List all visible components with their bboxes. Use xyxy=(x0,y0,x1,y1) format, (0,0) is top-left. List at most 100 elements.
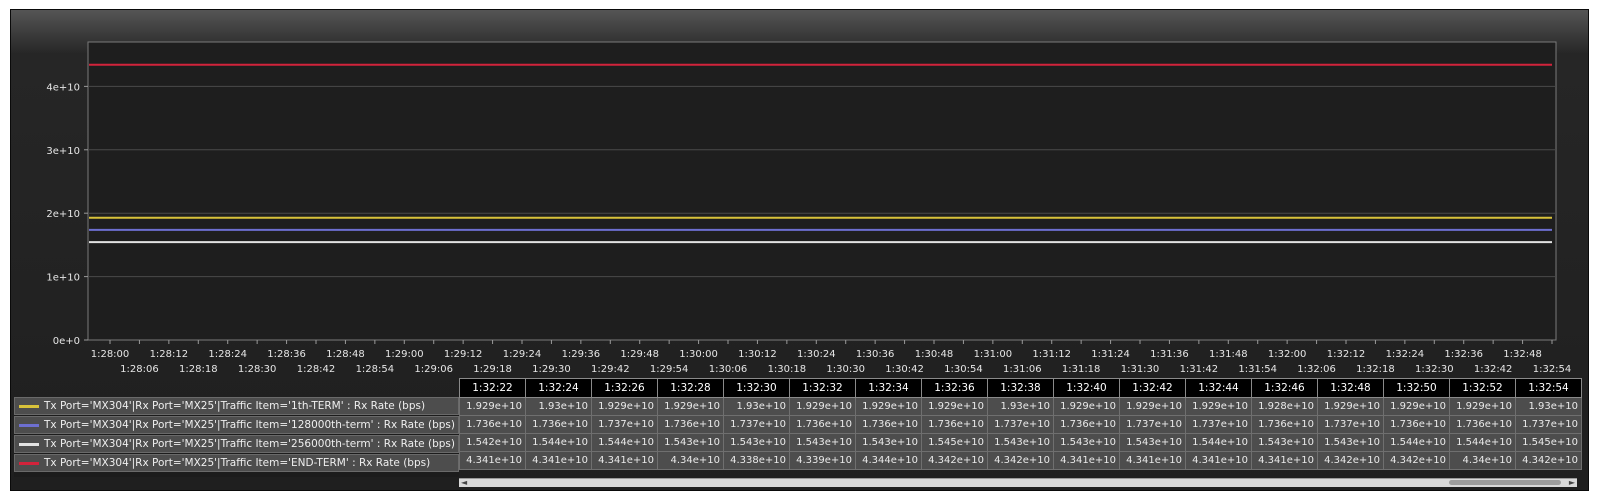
scroll-thumb[interactable] xyxy=(1449,480,1561,485)
table-cell: 4.341e+10 xyxy=(591,451,658,470)
table-cell: 1.543e+10 xyxy=(1251,433,1318,452)
legend-swatch xyxy=(19,423,39,427)
table-cell: 1.736e+10 xyxy=(1449,415,1516,434)
table-cell: 1.736e+10 xyxy=(1053,415,1120,434)
column-header[interactable]: 1:32:30 xyxy=(723,378,790,398)
scroll-left-arrow-icon[interactable]: ◄ xyxy=(461,478,467,487)
x-tick-label: 1:29:42 xyxy=(591,364,630,375)
x-tick-label: 1:28:06 xyxy=(120,364,159,375)
x-tick-label: 1:31:30 xyxy=(1121,364,1160,375)
column-header[interactable]: 1:32:22 xyxy=(459,378,526,398)
table-cell: 1.93e+10 xyxy=(723,397,790,416)
table-cell: 1.736e+10 xyxy=(855,415,922,434)
x-tick-label: 1:31:06 xyxy=(1003,364,1042,375)
column-header[interactable]: 1:32:48 xyxy=(1317,378,1384,398)
table-cell: 1.929e+10 xyxy=(921,397,988,416)
table-cell: 4.341e+10 xyxy=(459,451,526,470)
x-tick-label: 1:32:48 xyxy=(1503,349,1542,360)
table-cell: 1.736e+10 xyxy=(1251,415,1318,434)
column-header[interactable]: 1:32:24 xyxy=(525,378,592,398)
column-header[interactable]: 1:32:26 xyxy=(591,378,658,398)
column-header[interactable]: 1:32:28 xyxy=(657,378,724,398)
column-header[interactable]: 1:32:36 xyxy=(921,378,988,398)
table-cell: 1.545e+10 xyxy=(921,433,988,452)
table-cell: 1.737e+10 xyxy=(1185,415,1252,434)
x-tick-label: 1:28:54 xyxy=(356,364,395,375)
table-cell: 1.929e+10 xyxy=(1317,397,1384,416)
x-tick-label: 1:28:36 xyxy=(267,349,306,360)
column-header[interactable]: 1:32:54 xyxy=(1515,378,1582,398)
legend-item[interactable]: Tx Port='MX304'|Rx Port='MX25'|Traffic I… xyxy=(14,454,459,472)
table-cell: 1.736e+10 xyxy=(657,415,724,434)
x-tick-label: 1:30:18 xyxy=(768,364,807,375)
table-cell: 4.342e+10 xyxy=(1383,451,1450,470)
column-header[interactable]: 1:32:44 xyxy=(1185,378,1252,398)
column-header[interactable]: 1:32:42 xyxy=(1119,378,1186,398)
x-tick-label: 1:31:36 xyxy=(1150,349,1189,360)
x-tick-label: 1:32:00 xyxy=(1268,349,1307,360)
table-row: 4.341e+10 4.341e+10 4.341e+10 4.34e+10 4.338… xyxy=(459,451,1582,470)
column-header[interactable]: 1:32:32 xyxy=(789,378,856,398)
table-cell: 4.34e+10 xyxy=(1449,451,1516,470)
horizontal-scrollbar[interactable]: ◄ ► xyxy=(459,478,1577,487)
x-tick-label: 1:32:24 xyxy=(1386,349,1425,360)
x-tick-label: 1:29:48 xyxy=(620,349,659,360)
x-tick-label: 1:29:00 xyxy=(385,349,424,360)
table-cell: 4.341e+10 xyxy=(525,451,592,470)
x-tick-label: 1:31:54 xyxy=(1238,364,1277,375)
x-tick-label: 1:30:54 xyxy=(944,364,983,375)
column-header[interactable]: 1:32:50 xyxy=(1383,378,1450,398)
table-cell: 1.544e+10 xyxy=(1185,433,1252,452)
table-cell: 1.543e+10 xyxy=(789,433,856,452)
table-cell: 1.544e+10 xyxy=(1383,433,1450,452)
column-header[interactable]: 1:32:52 xyxy=(1449,378,1516,398)
column-header[interactable]: 1:32:40 xyxy=(1053,378,1120,398)
table-cell: 1.543e+10 xyxy=(1317,433,1384,452)
x-tick-label: 1:31:48 xyxy=(1209,349,1248,360)
x-tick-label: 1:29:24 xyxy=(503,349,542,360)
table-cell: 1.543e+10 xyxy=(855,433,922,452)
x-tick-label: 1:30:24 xyxy=(797,349,836,360)
legend-item[interactable]: Tx Port='MX304'|Rx Port='MX25'|Traffic I… xyxy=(14,416,459,434)
x-tick-label: 1:30:42 xyxy=(885,364,924,375)
table-cell: 1.543e+10 xyxy=(723,433,790,452)
table-cell: 1.737e+10 xyxy=(987,415,1054,434)
column-header[interactable]: 1:32:38 xyxy=(987,378,1054,398)
x-tick-label: 1:28:18 xyxy=(179,364,218,375)
table-cell: 4.338e+10 xyxy=(723,451,790,470)
x-tick-label: 1:30:36 xyxy=(856,349,895,360)
x-tick-label: 1:32:06 xyxy=(1297,364,1336,375)
x-tick-label: 1:32:30 xyxy=(1415,364,1454,375)
table-cell: 1.737e+10 xyxy=(723,415,790,434)
legend-item[interactable]: Tx Port='MX304'|Rx Port='MX25'|Traffic I… xyxy=(14,435,459,453)
table-cell: 1.929e+10 xyxy=(855,397,922,416)
table-cell: 4.341e+10 xyxy=(1053,451,1120,470)
x-tick-label: 1:28:30 xyxy=(238,364,277,375)
legend-swatch xyxy=(19,404,39,408)
table-cell: 4.341e+10 xyxy=(1119,451,1186,470)
table-cell: 1.929e+10 xyxy=(657,397,724,416)
table-cell: 1.929e+10 xyxy=(1383,397,1450,416)
table-cell: 1.737e+10 xyxy=(1119,415,1186,434)
x-tick-label: 1:28:00 xyxy=(91,349,130,360)
table-body: 1.929e+10 1.93e+10 1.929e+10 1.929e+10 1.93e… xyxy=(459,397,1582,470)
column-header[interactable]: 1:32:34 xyxy=(855,378,922,398)
scroll-right-arrow-icon[interactable]: ► xyxy=(1569,478,1575,487)
table-cell: 1.544e+10 xyxy=(1449,433,1516,452)
column-header[interactable]: 1:32:46 xyxy=(1251,378,1318,398)
x-tick-label: 1:28:42 xyxy=(297,364,336,375)
legend-swatch xyxy=(19,442,39,446)
x-tick-label: 1:29:54 xyxy=(650,364,689,375)
x-tick-label: 1:32:12 xyxy=(1327,349,1366,360)
table-cell: 1.737e+10 xyxy=(1317,415,1384,434)
x-tick-label: 1:31:42 xyxy=(1180,364,1219,375)
x-tick-label: 1:30:06 xyxy=(709,364,748,375)
legend-item[interactable]: Tx Port='MX304'|Rx Port='MX25'|Traffic I… xyxy=(14,397,459,415)
table-cell: 1.736e+10 xyxy=(921,415,988,434)
x-tick-label: 1:30:12 xyxy=(738,349,777,360)
x-tick-label: 1:31:18 xyxy=(1062,364,1101,375)
table-cell: 1.93e+10 xyxy=(525,397,592,416)
y-tick-label: 4e+10 xyxy=(46,82,80,93)
table-cell: 1.928e+10 xyxy=(1251,397,1318,416)
x-tick-label: 1:30:00 xyxy=(679,349,718,360)
